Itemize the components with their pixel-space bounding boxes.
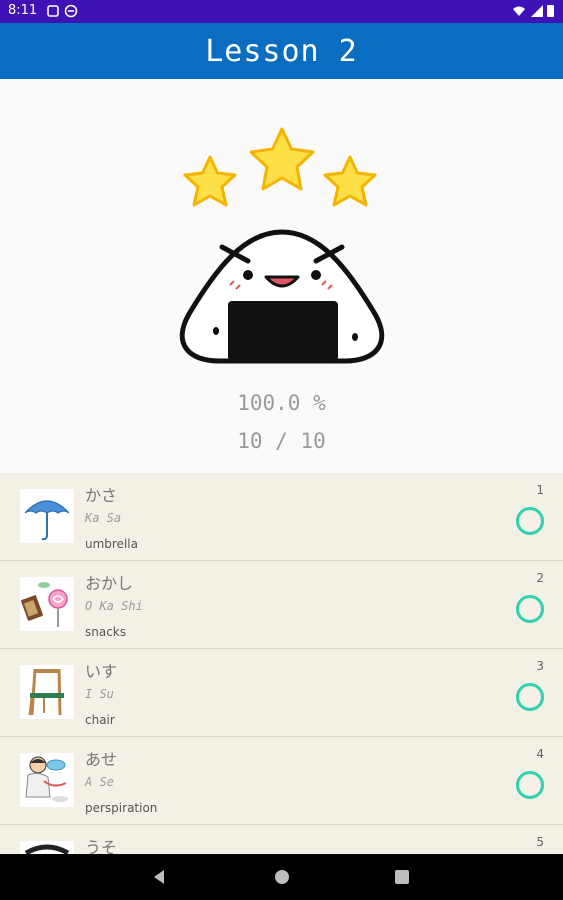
- kana-text: いす: [85, 662, 118, 681]
- status-time: 8:11: [8, 3, 38, 18]
- list-item[interactable]: おかし O Ka Shi snacks 2: [0, 561, 563, 649]
- navigation-bar: [0, 854, 563, 900]
- item-number: 1: [536, 483, 544, 497]
- romaji-text: I Su: [85, 687, 114, 701]
- item-number: 4: [536, 747, 544, 761]
- lie-icon: [20, 841, 74, 854]
- perspiration-icon: [20, 753, 74, 807]
- notification-icon: [47, 5, 59, 17]
- kana-text: おかし: [85, 574, 134, 593]
- romaji-text: Ka Sa: [85, 511, 122, 525]
- kana-text: かさ: [85, 486, 118, 505]
- item-number: 5: [536, 835, 544, 849]
- meaning-text: chair: [85, 713, 115, 727]
- kana-text: うそ: [85, 838, 118, 854]
- umbrella-icon: [20, 489, 74, 543]
- kana-text: あせ: [85, 750, 118, 769]
- battery-icon: [547, 5, 554, 17]
- signal-icon: [531, 5, 543, 17]
- result-panel: 100.0 % 10 / 10: [0, 79, 563, 473]
- percent-text: 100.0 %: [237, 391, 326, 415]
- meaning-text: snacks: [85, 625, 127, 639]
- list-item[interactable]: うそ 5: [0, 825, 563, 854]
- list-item[interactable]: いす I Su chair 3: [0, 649, 563, 737]
- wifi-icon: [513, 6, 525, 16]
- item-number: 2: [536, 571, 544, 585]
- recents-icon[interactable]: [394, 869, 410, 885]
- lesson-title: Lesson 2: [205, 33, 358, 69]
- sync-icon: [64, 4, 78, 18]
- romaji-text: O Ka Shi: [85, 599, 143, 613]
- chair-icon: [20, 665, 74, 719]
- app-bar: Lesson 2: [0, 23, 563, 79]
- star-icon: [323, 155, 377, 207]
- correct-circle-icon: [516, 683, 544, 711]
- star-icon: [249, 127, 315, 191]
- meaning-text: perspiration: [85, 801, 158, 815]
- word-list[interactable]: かさ Ka Sa umbrella 1 おかし O Ka Shi snacks …: [0, 473, 563, 854]
- list-item[interactable]: あせ A Se perspiration 4: [0, 737, 563, 825]
- meaning-text: umbrella: [85, 537, 138, 551]
- onigiri-mascot-icon: [179, 127, 385, 364]
- status-bar: 8:11: [0, 0, 563, 23]
- snacks-icon: [20, 577, 74, 631]
- correct-circle-icon: [516, 771, 544, 799]
- star-icon: [183, 155, 237, 207]
- correct-circle-icon: [516, 507, 544, 535]
- item-number: 3: [536, 659, 544, 673]
- home-icon[interactable]: [274, 869, 290, 885]
- romaji-text: A Se: [85, 775, 114, 789]
- list-item[interactable]: かさ Ka Sa umbrella 1: [0, 473, 563, 561]
- back-icon[interactable]: [152, 869, 168, 885]
- score-text: 10 / 10: [237, 429, 326, 453]
- correct-circle-icon: [516, 595, 544, 623]
